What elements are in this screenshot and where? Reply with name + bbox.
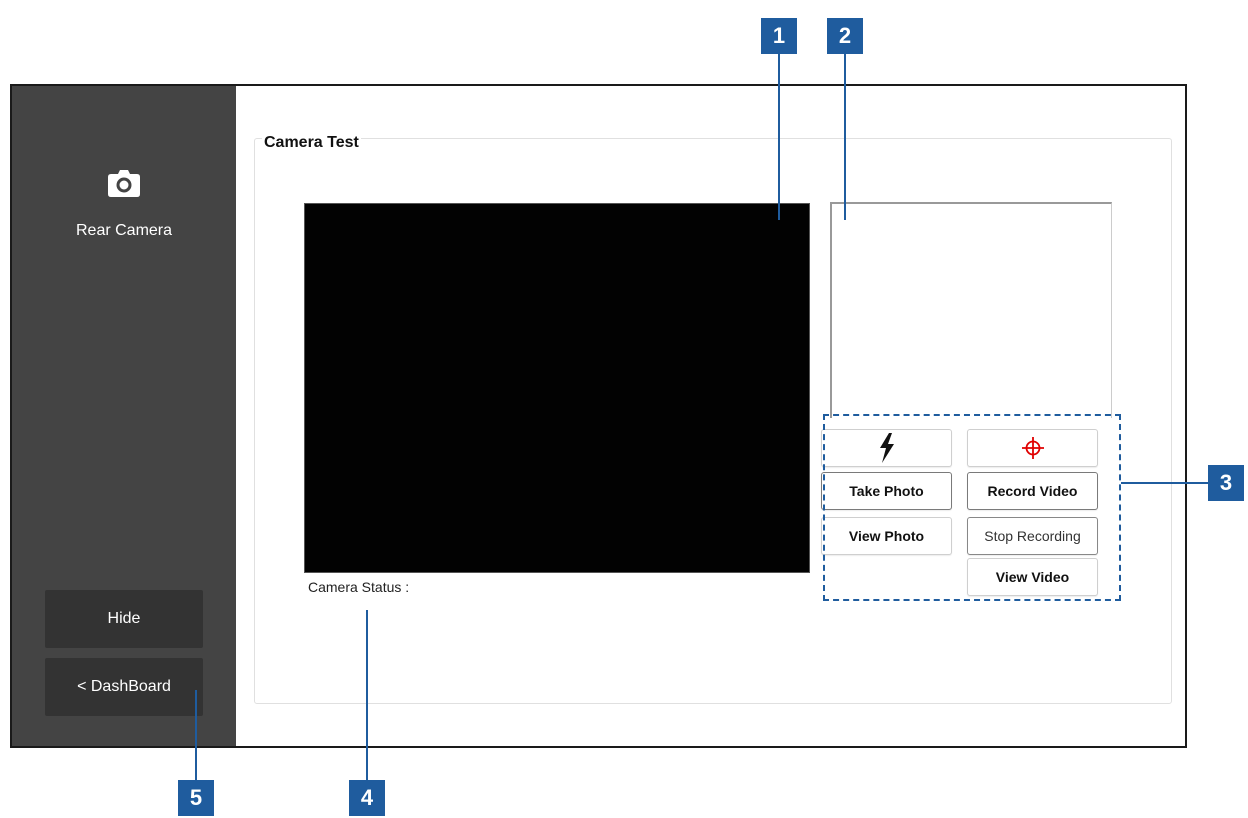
camera-preview	[304, 203, 810, 573]
callout-4-line	[366, 610, 368, 780]
callout-3-line	[1121, 482, 1208, 484]
callout-4: 4	[349, 780, 385, 816]
camera-status-label: Camera Status :	[308, 579, 410, 595]
capture-thumbnail	[830, 202, 1112, 418]
callout-5: 5	[178, 780, 214, 816]
panel-title: Camera Test	[262, 134, 361, 152]
dashboard-button[interactable]: < DashBoard	[45, 658, 203, 716]
camera-icon	[108, 170, 140, 197]
callout-1: 1	[761, 18, 797, 54]
callout-3: 3	[1208, 465, 1244, 501]
callout-5-line	[195, 690, 197, 780]
rear-camera-label: Rear Camera	[75, 222, 173, 239]
sidebar: Rear Camera Hide < DashBoard	[12, 86, 236, 746]
hide-button[interactable]: Hide	[45, 590, 203, 648]
controls-highlight	[823, 414, 1121, 601]
callout-1-line	[778, 54, 780, 220]
callout-2-line	[844, 54, 846, 220]
callout-2: 2	[827, 18, 863, 54]
